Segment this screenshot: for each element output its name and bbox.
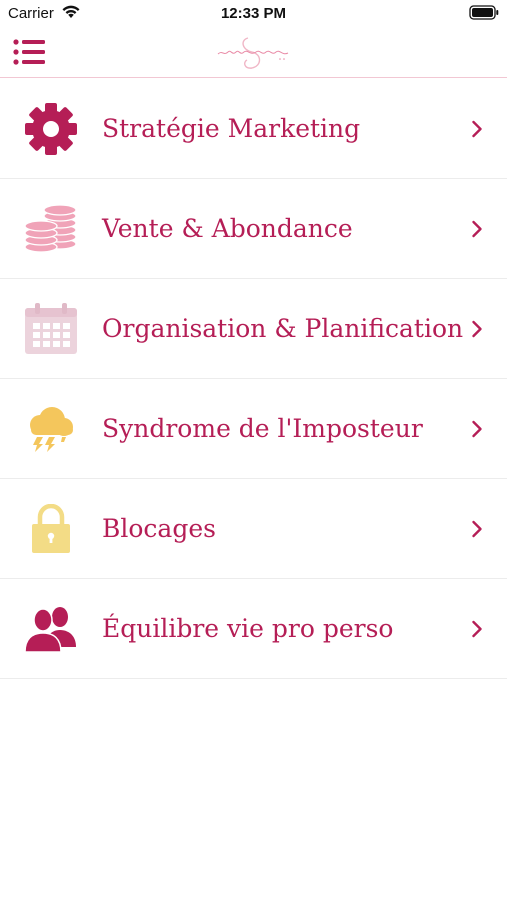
menu-item-label: Syndrome de l'Imposteur [102, 414, 423, 443]
status-bar: Carrier 12:33 PM [0, 0, 507, 28]
menu-item-label: Organisation & Planification [102, 314, 464, 343]
coins-stack-icon [24, 203, 78, 255]
calendar-icon [24, 303, 78, 355]
menu-item-blocages[interactable]: Blocages [0, 479, 507, 579]
battery-icon [469, 5, 499, 20]
chevron-right-icon [471, 320, 483, 338]
menu-item-organisation-planification[interactable]: Organisation & Planification [0, 279, 507, 379]
brand-logo-icon [214, 32, 294, 72]
menu-item-label: Blocages [102, 514, 216, 543]
storm-cloud-icon [24, 403, 78, 455]
chevron-right-icon [471, 120, 483, 138]
menu-list: Stratégie Marketing Vente & Abondance Or… [0, 79, 507, 679]
gear-icon [24, 103, 78, 155]
navigation-bar [0, 28, 507, 78]
chevron-right-icon [471, 220, 483, 238]
menu-item-syndrome-imposteur[interactable]: Syndrome de l'Imposteur [0, 379, 507, 479]
menu-item-label: Stratégie Marketing [102, 114, 361, 143]
chevron-right-icon [471, 420, 483, 438]
clock-time: 12:33 PM [220, 5, 287, 22]
chevron-right-icon [471, 520, 483, 538]
menu-item-label: Équilibre vie pro perso [102, 614, 394, 643]
hamburger-menu-icon[interactable] [13, 38, 47, 68]
chevron-right-icon [471, 620, 483, 638]
menu-item-strategie-marketing[interactable]: Stratégie Marketing [0, 79, 507, 179]
menu-item-label: Vente & Abondance [102, 214, 353, 243]
users-icon [24, 603, 78, 655]
menu-item-vente-abondance[interactable]: Vente & Abondance [0, 179, 507, 279]
menu-item-equilibre-vie[interactable]: Équilibre vie pro perso [0, 579, 507, 679]
padlock-icon [24, 503, 78, 555]
